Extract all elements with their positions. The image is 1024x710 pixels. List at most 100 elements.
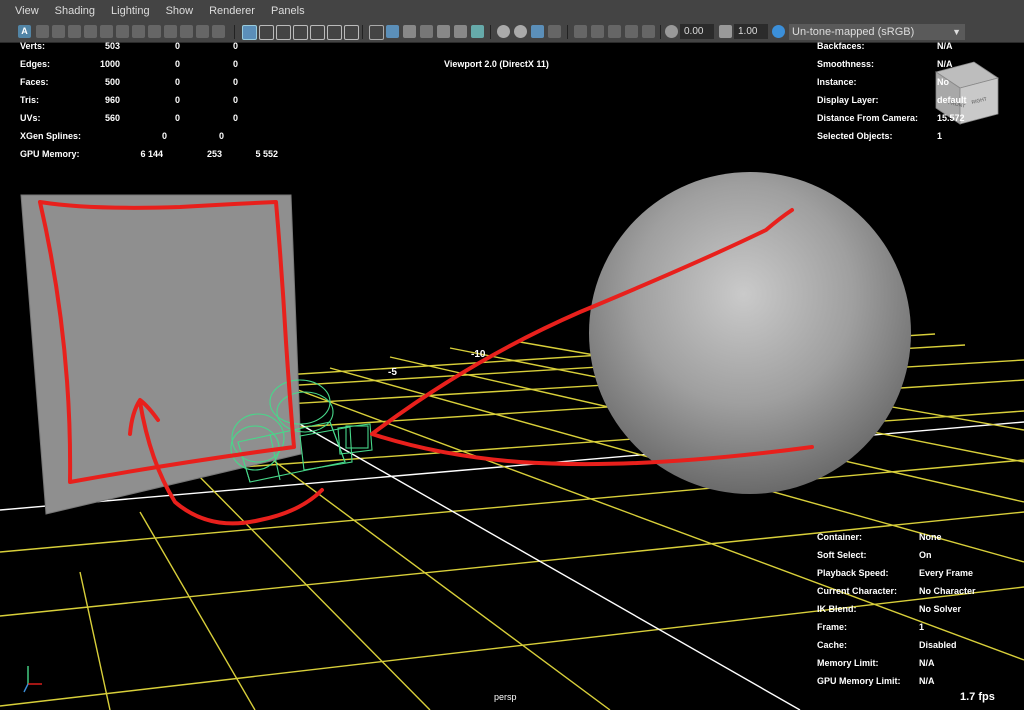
shadows-icon[interactable] <box>454 25 467 38</box>
grid-line <box>79 571 111 710</box>
stat-value: 0 <box>232 95 238 105</box>
stat-value: 0 <box>218 131 224 141</box>
stat-value: 0 <box>174 95 180 105</box>
fps-counter: 1.7 fps <box>960 691 995 703</box>
info-value: N/A <box>937 59 953 69</box>
image-plane-icon[interactable] <box>84 25 97 38</box>
scene-value: N/A <box>919 658 935 668</box>
stat-label-verts: Verts: <box>20 41 46 51</box>
x-ray-icon[interactable] <box>574 25 587 38</box>
stat-value: 0 <box>174 113 180 123</box>
info-label-distance: Distance From Camera: <box>817 113 919 123</box>
scene-label-soft-select: Soft Select: <box>817 550 867 560</box>
toolbar-separator <box>490 25 491 39</box>
textured-icon[interactable] <box>420 25 433 38</box>
stat-value: 0 <box>232 41 238 51</box>
info-label-smoothness: Smoothness: <box>817 59 875 69</box>
safe-action-icon[interactable] <box>327 25 342 40</box>
lock-icon[interactable] <box>212 25 225 38</box>
menu-shading[interactable]: Shading <box>53 5 97 17</box>
view-transform-value: Un-tone-mapped (sRGB) <box>792 26 915 38</box>
snap-icon[interactable] <box>196 25 209 38</box>
two-d-pan-icon[interactable] <box>100 25 113 38</box>
color-management-icon[interactable] <box>772 25 785 38</box>
motion-blur-icon[interactable] <box>497 25 510 38</box>
safe-title-icon[interactable] <box>344 25 359 40</box>
depth-of-field-icon[interactable] <box>531 25 544 38</box>
info-value: default <box>937 95 967 105</box>
toolbar-separator <box>660 25 661 39</box>
smooth-shade-icon[interactable] <box>386 25 399 38</box>
x-ray-joints-icon[interactable] <box>591 25 604 38</box>
camera-attributes-icon[interactable] <box>52 25 65 38</box>
gamma-icon[interactable] <box>719 25 732 38</box>
scene-label-container: Container: <box>817 532 862 542</box>
exposure-icon[interactable] <box>665 25 678 38</box>
pencil-icon[interactable] <box>132 25 145 38</box>
grid-line <box>0 586 1024 707</box>
scene-value: N/A <box>919 676 935 686</box>
scene-label-gpu-memory-limit: GPU Memory Limit: <box>817 676 901 686</box>
bullet-icon[interactable] <box>180 25 193 38</box>
film-gate-icon[interactable] <box>259 25 274 40</box>
resolution-gate-icon[interactable] <box>276 25 291 40</box>
select-camera-icon[interactable]: A <box>18 25 31 38</box>
info-label-instance: Instance: <box>817 77 857 87</box>
grid-toggle-icon[interactable] <box>625 25 638 38</box>
x-ray-active-icon[interactable] <box>608 25 621 38</box>
scene-value: Every Frame <box>919 568 974 578</box>
field-chart-icon[interactable] <box>310 25 325 40</box>
info-value: 1 <box>937 131 943 141</box>
viewport-scene: FRONT RIGHT -5 -10 <box>0 61 1024 710</box>
info-label-selected: Selected Objects: <box>817 131 893 141</box>
stat-value: 0 <box>174 77 180 87</box>
isolate-select-icon[interactable] <box>548 25 561 38</box>
sphere <box>589 172 911 494</box>
screen-space-ao-icon[interactable] <box>471 25 484 38</box>
viewport-renderer-title: Viewport 2.0 (DirectX 11) <box>444 59 549 69</box>
default-material-icon[interactable] <box>403 25 416 38</box>
stat-value: 0 <box>161 131 167 141</box>
scene-value: 1 <box>919 622 925 632</box>
scene-label-frame: Frame: <box>817 622 848 632</box>
grid-label-minus-5: -5 <box>388 367 397 378</box>
info-label-display-layer: Display Layer: <box>817 95 879 105</box>
stat-value: 503 <box>104 41 120 51</box>
anti-aliasing-icon[interactable] <box>514 25 527 38</box>
menu-lighting[interactable]: Lighting <box>109 5 152 17</box>
stat-value: 0 <box>174 59 180 69</box>
menu-view[interactable]: View <box>13 5 41 17</box>
stat-value: 0 <box>174 41 180 51</box>
view-transform-dropdown[interactable]: Un-tone-mapped (sRGB) ▼ <box>789 24 965 40</box>
info-value: 15.572 <box>937 113 965 123</box>
frame-icon[interactable] <box>642 25 655 38</box>
use-all-lights-icon[interactable] <box>437 25 450 38</box>
scene-label-playback-speed: Playback Speed: <box>817 568 889 578</box>
menu-panels[interactable]: Panels <box>269 5 307 17</box>
grid-line <box>0 511 1024 617</box>
panel-menu-bar: View Shading Lighting Show Renderer Pane… <box>0 0 1024 22</box>
info-value: No <box>937 77 949 87</box>
menu-show[interactable]: Show <box>164 5 196 17</box>
chevron-down-icon: ▼ <box>952 27 961 37</box>
bookmark-icon[interactable] <box>68 25 81 38</box>
gamma-field[interactable]: 1.00 <box>734 24 768 39</box>
stat-label-tris: Tris: <box>20 95 40 105</box>
info-label-backfaces: Backfaces: <box>817 41 865 51</box>
stat-value: 5 552 <box>255 149 278 159</box>
gate-mask-icon[interactable] <box>293 25 308 40</box>
wireframe-icon[interactable] <box>369 25 384 40</box>
stat-value: 0 <box>232 59 238 69</box>
menu-renderer[interactable]: Renderer <box>207 5 257 17</box>
viewport-3d[interactable]: FRONT RIGHT -5 -10 <box>0 42 1024 710</box>
shading-icon[interactable] <box>164 25 177 38</box>
camera-icon[interactable] <box>36 25 49 38</box>
camera-name-label: persp <box>494 692 517 702</box>
hud-icon[interactable] <box>148 25 161 38</box>
stat-value: 960 <box>104 95 120 105</box>
exposure-field[interactable]: 0.00 <box>680 24 714 39</box>
scene-value: No Solver <box>919 604 962 614</box>
grid-icon[interactable] <box>242 25 257 40</box>
toolbar-separator <box>362 25 363 39</box>
grease-pencil-icon[interactable] <box>116 25 129 38</box>
